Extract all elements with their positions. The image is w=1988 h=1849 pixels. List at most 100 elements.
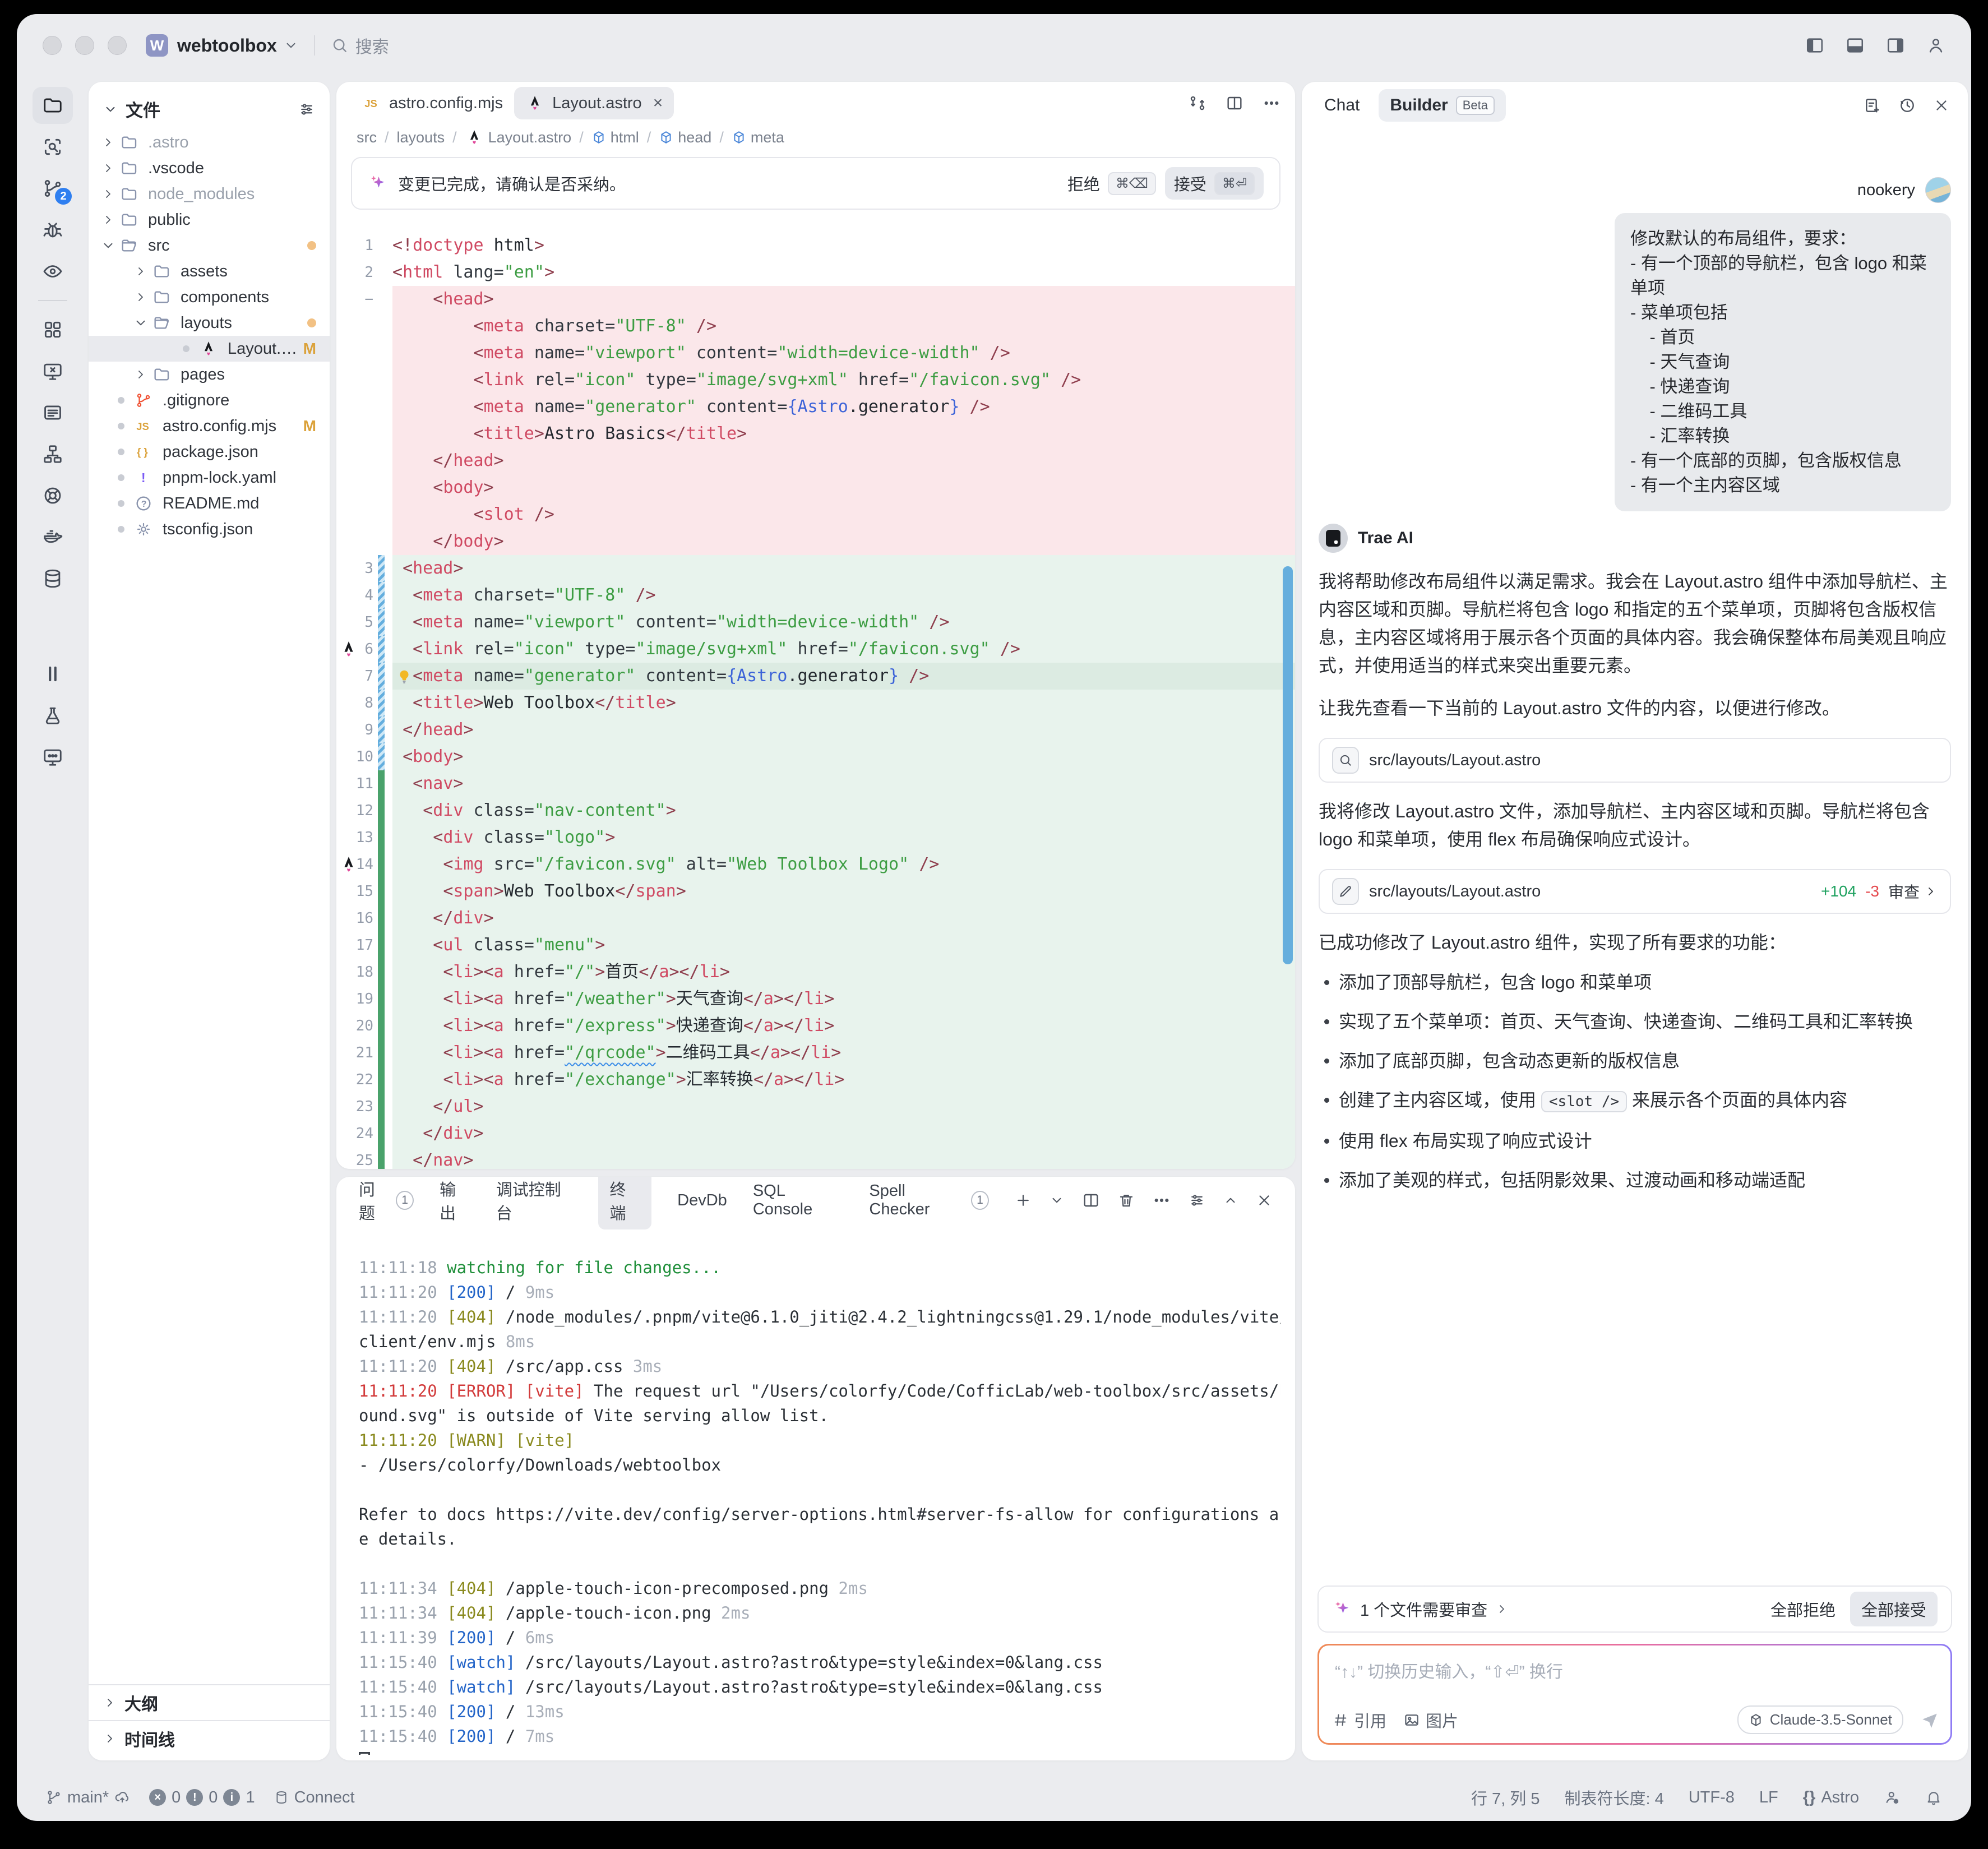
code-line-9[interactable]: 9 </head> [336, 717, 1295, 743]
code-line-22[interactable]: 22 <li><a href="/exchange">汇率转换</a></li> [336, 1066, 1295, 1093]
code-line-19[interactable]: 19 <li><a href="/weather">天气查询</a></li> [336, 986, 1295, 1013]
feedback-icon[interactable] [1884, 1789, 1901, 1806]
panel-tab-调试控制台[interactable]: 调试控制台 [496, 1177, 573, 1224]
code-line-21[interactable]: 21 <li><a href="/qrcode">二维码工具</a></li> [336, 1039, 1295, 1066]
code-line-25[interactable]: 25 </nav> [336, 1147, 1295, 1169]
tree-item-README.md[interactable]: ?README.md [89, 491, 330, 516]
activity-remote-icon[interactable] [33, 353, 73, 390]
breadcrumb-html[interactable]: html [591, 129, 639, 146]
panel-tab-DevDb[interactable]: DevDb [677, 1191, 727, 1210]
breadcrumb-layouts[interactable]: layouts [397, 129, 445, 146]
tab-layout-astro[interactable]: Layout.astro × [514, 87, 674, 119]
close-panel-icon[interactable] [1256, 1192, 1273, 1209]
tree-item-Layout.astro[interactable]: Layout.astroM [89, 336, 330, 362]
terminal-output[interactable]: 11:11:18 watching for file changes...11:… [359, 1255, 1280, 1755]
more-actions-icon[interactable] [1263, 94, 1280, 112]
filter-icon[interactable] [298, 101, 315, 118]
code-editor[interactable]: 1<!doctype html>2<html lang="en">− <head… [336, 232, 1295, 1169]
panel-tab-Spell Checker[interactable]: Spell Checker1 [869, 1182, 989, 1219]
close-tab-icon[interactable]: × [653, 94, 663, 113]
tab-size[interactable]: 制表符长度: 4 [1564, 1786, 1663, 1809]
tree-item-package.json[interactable]: { }package.json [89, 439, 330, 465]
code-line-6[interactable]: 6 <link rel="icon" type="image/svg+xml" … [336, 636, 1295, 663]
close-window-icon[interactable] [43, 36, 62, 55]
cursor-position[interactable]: 行 7, 列 5 [1471, 1786, 1540, 1809]
split-terminal-icon[interactable] [1082, 1191, 1100, 1209]
tree-item-public[interactable]: public [89, 207, 330, 233]
timeline-section[interactable]: 时间线 [89, 1720, 330, 1756]
code-line-8[interactable]: 8 <title>Web Toolbox</title> [336, 690, 1295, 717]
model-selector[interactable]: Claude-3.5-Sonnet [1737, 1705, 1903, 1734]
tree-item-astro.config.mjs[interactable]: JSastro.config.mjsM [89, 413, 330, 439]
activity-components-icon[interactable] [33, 436, 73, 473]
panel-tab-SQL Console[interactable]: SQL Console [753, 1182, 844, 1219]
terminal-picker-icon[interactable] [1050, 1193, 1064, 1208]
activity-preview-icon[interactable] [33, 253, 73, 290]
breadcrumbs[interactable]: src/layouts/Layout.astro/html/head/meta [336, 124, 1295, 150]
code-line-3[interactable]: 3 <head> [336, 555, 1295, 582]
activity-database-icon[interactable] [33, 560, 73, 597]
code-line[interactable]: </head> [336, 447, 1295, 474]
code-line[interactable]: <meta name="generator" content={Astro.ge… [336, 394, 1295, 420]
tree-item-components[interactable]: components [89, 284, 330, 310]
toggle-right-panel-icon[interactable] [1886, 36, 1905, 55]
search-icon[interactable] [331, 36, 349, 54]
code-line-12[interactable]: 12 <div class="nav-content"> [336, 797, 1295, 824]
toggle-bottom-panel-icon[interactable] [1846, 36, 1865, 55]
tree-item-.vscode[interactable]: .vscode [89, 155, 330, 181]
code-line-23[interactable]: 23 </ul> [336, 1093, 1295, 1120]
code-line-14[interactable]: 14 <img src="/favicon.svg" alt="Web Tool… [336, 851, 1295, 878]
project-chevron-icon[interactable] [284, 38, 298, 53]
db-connect-status[interactable]: Connect [274, 1788, 355, 1807]
activity-pause-icon[interactable] [33, 655, 73, 692]
code-line[interactable]: <slot /> [336, 501, 1295, 528]
tree-item-.gitignore[interactable]: .gitignore [89, 387, 330, 413]
zoom-window-icon[interactable] [108, 36, 127, 55]
breadcrumb-meta[interactable]: meta [732, 129, 784, 146]
terminal-settings-icon[interactable] [1189, 1192, 1205, 1209]
kill-terminal-icon[interactable] [1118, 1192, 1135, 1209]
project-name[interactable]: webtoolbox [177, 35, 277, 56]
tree-item-assets[interactable]: assets [89, 258, 330, 284]
accept-changes-button[interactable]: 接受⌘⏎ [1165, 167, 1264, 200]
code-line-5[interactable]: 5 <meta name="viewport" content="width=d… [336, 609, 1295, 636]
maximize-panel-icon[interactable] [1223, 1193, 1238, 1208]
code-line[interactable]: <title>Astro Basics</title> [336, 420, 1295, 447]
file-edit-card[interactable]: src/layouts/Layout.astro +104 -3 审查 [1319, 869, 1951, 914]
minimize-window-icon[interactable] [75, 36, 94, 55]
code-line-17[interactable]: 17 <ul class="menu"> [336, 932, 1295, 959]
reject-changes-button[interactable]: 拒绝⌘⌫ [1067, 172, 1156, 195]
activity-live-preview-icon[interactable] [33, 738, 73, 775]
breadcrumb-src[interactable]: src [357, 129, 377, 146]
add-terminal-icon[interactable] [1015, 1192, 1032, 1209]
code-line-18[interactable]: 18 <li><a href="/">首页</a></li> [336, 959, 1295, 986]
traffic-lights[interactable] [43, 36, 127, 55]
code-line-13[interactable]: 13 <div class="logo"> [336, 824, 1295, 851]
breadcrumb-head[interactable]: head [659, 129, 711, 146]
panel-tab-问题[interactable]: 问题1 [359, 1177, 414, 1224]
activity-tools-icon[interactable] [33, 477, 73, 514]
send-icon[interactable] [1920, 1711, 1939, 1730]
close-panel-icon[interactable] [1933, 97, 1950, 114]
image-button[interactable]: 图片 [1403, 1708, 1458, 1732]
editor-scrollbar[interactable] [1283, 566, 1293, 964]
code-line[interactable]: − <head> [336, 286, 1295, 313]
code-line[interactable]: <meta charset="UTF-8" /> [336, 313, 1295, 340]
panel-tab-输出[interactable]: 输出 [440, 1177, 470, 1224]
activity-docker-icon[interactable] [33, 519, 73, 556]
encoding[interactable]: UTF-8 [1689, 1788, 1735, 1807]
file-read-card[interactable]: src/layouts/Layout.astro [1319, 738, 1951, 783]
search-label[interactable]: 搜索 [355, 33, 389, 58]
history-icon[interactable] [1898, 96, 1916, 114]
eol[interactable]: LF [1759, 1788, 1778, 1807]
accept-all-button[interactable]: 全部接受 [1850, 1592, 1938, 1626]
code-line-20[interactable]: 20 <li><a href="/express">快递查询</a></li> [336, 1013, 1295, 1039]
tab-astro-config[interactable]: JS astro.config.mjs [351, 87, 514, 119]
activity-extensions-icon[interactable] [33, 311, 73, 348]
code-line-7[interactable]: 7 <meta name="generator" content={Astro.… [336, 663, 1295, 690]
code-line[interactable]: <meta name="viewport" content="width=dev… [336, 340, 1295, 367]
reject-all-button[interactable]: 全部拒绝 [1770, 1597, 1836, 1621]
reference-button[interactable]: 引用 [1333, 1708, 1386, 1732]
language-mode[interactable]: {}Astro [1803, 1788, 1859, 1807]
code-line[interactable]: </body> [336, 528, 1295, 555]
